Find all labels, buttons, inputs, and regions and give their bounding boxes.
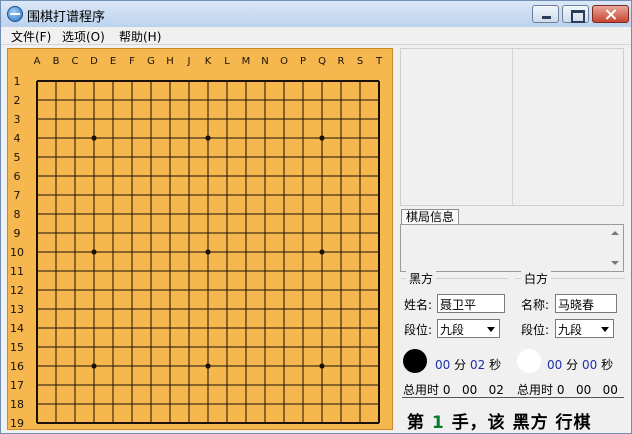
info-scrollbar[interactable] — [608, 226, 622, 270]
preview-divider — [512, 49, 513, 205]
white-group-title: 白方 — [521, 270, 552, 287]
white-rank-select[interactable]: 九段 — [555, 319, 614, 338]
black-stone-icon — [403, 349, 427, 373]
star-point — [205, 249, 211, 255]
scroll-up-icon[interactable] — [611, 231, 619, 235]
column-label: C — [72, 56, 79, 67]
column-label: R — [338, 56, 345, 67]
column-label: F — [129, 56, 135, 67]
black-player-group: 黑方 姓名: 聂卫平 段位: 九段 — [401, 270, 508, 344]
column-label: E — [110, 56, 116, 67]
menu-bar: 文件(F) 选项(O) 帮助(H) — [1, 27, 631, 45]
star-point — [91, 135, 97, 141]
star-point — [319, 135, 325, 141]
star-point — [205, 363, 211, 369]
chevron-down-icon[interactable] — [487, 327, 495, 332]
star-point — [319, 363, 325, 369]
white-rank-label: 段位: — [521, 323, 550, 337]
column-label: G — [147, 56, 155, 67]
maximize-button[interactable] — [562, 5, 589, 23]
status-divider — [402, 397, 624, 398]
column-label: A — [34, 56, 41, 67]
scroll-down-icon[interactable] — [611, 261, 619, 265]
column-label: D — [90, 56, 98, 67]
white-timer: 00 分 00 秒 — [547, 358, 614, 372]
star-point — [91, 363, 97, 369]
black-timer: 00 分 02 秒 — [435, 358, 502, 372]
side-to-move: 黑方 — [512, 413, 549, 433]
column-label: M — [242, 56, 251, 67]
row-label: 3 — [14, 113, 21, 126]
row-label: 17 — [10, 379, 24, 392]
white-total-time: 总用时 0 00 00 — [517, 383, 618, 397]
row-label: 2 — [14, 94, 21, 107]
black-total-time: 总用时 0 00 02 — [403, 383, 504, 397]
row-label: 6 — [14, 170, 21, 183]
column-label: L — [224, 56, 230, 67]
black-rank-value: 九段 — [440, 323, 465, 337]
row-label: 19 — [10, 417, 24, 429]
column-label: J — [187, 56, 191, 67]
row-label: 13 — [10, 303, 24, 316]
board-grid[interactable]: A B C D E F G H J K L M N O P Q R S T123456789101112131415… — [8, 49, 392, 429]
row-label: 14 — [10, 322, 24, 335]
black-rank-label: 段位: — [404, 323, 433, 337]
menu-help[interactable]: 帮助(H) — [119, 28, 161, 45]
row-label: 1 — [14, 75, 21, 88]
side-panel: 棋局信息 黑方 姓名: 聂卫平 段位: 九段 白方 名称: 马晓春 段位: 九段… — [397, 45, 631, 433]
row-label: 10 — [10, 246, 24, 259]
row-label: 16 — [10, 360, 24, 373]
window-title: 围棋打谱程序 — [27, 10, 106, 25]
menu-file[interactable]: 文件(F) — [11, 28, 51, 45]
row-label: 11 — [10, 265, 24, 278]
turn-status: 第 1 手，该 黑方 行棋 — [407, 413, 592, 433]
tab-game-info[interactable]: 棋局信息 — [401, 209, 460, 225]
white-name-label: 名称: — [521, 298, 550, 312]
client-area: A B C D E F G H J K L M N O P Q R S T 1 2 3 4 5 6 7 8 9 10 11 12 13 14 15… — [1, 45, 631, 433]
column-label: Q — [318, 56, 326, 67]
column-label: O — [280, 56, 288, 67]
white-stone-icon — [517, 349, 541, 373]
app-window: 围棋打谱程序 文件(F) 选项(O) 帮助(H) A B CD E F GH J K L MN O P… — [0, 0, 632, 434]
star-point — [91, 249, 97, 255]
row-label: 12 — [10, 284, 24, 297]
column-label: N — [261, 56, 268, 67]
row-label: 7 — [14, 189, 21, 202]
white-name-input[interactable]: 马晓春 — [555, 294, 617, 313]
row-label: 4 — [14, 132, 21, 145]
column-label: S — [357, 56, 363, 67]
app-icon — [7, 6, 23, 22]
column-label: T — [375, 56, 383, 67]
column-label: K — [205, 56, 212, 67]
white-rank-value: 九段 — [558, 323, 583, 337]
black-name-input[interactable]: 聂卫平 — [437, 294, 505, 313]
star-point — [319, 249, 325, 255]
star-point — [205, 135, 211, 141]
preview-area — [400, 48, 624, 206]
row-label: 5 — [14, 151, 21, 164]
column-label: H — [166, 56, 174, 67]
close-button[interactable] — [592, 5, 629, 23]
move-number: 1 — [431, 413, 445, 433]
row-label: 18 — [10, 398, 24, 411]
minimize-button[interactable] — [532, 5, 559, 23]
black-rank-select[interactable]: 九段 — [437, 319, 500, 338]
black-group-title: 黑方 — [406, 270, 437, 287]
go-board[interactable]: A B C D E F G H J K L M N O P Q R S T 1 2 3 4 5 6 7 8 9 10 11 12 13 14 15… — [7, 48, 393, 430]
white-player-group: 白方 名称: 马晓春 段位: 九段 — [515, 270, 625, 344]
chevron-down-icon[interactable] — [601, 327, 609, 332]
row-label: 15 — [10, 341, 24, 354]
row-label: 9 — [14, 227, 21, 240]
game-info-textbox[interactable] — [400, 224, 624, 272]
column-label: P — [300, 56, 306, 67]
menu-options[interactable]: 选项(O) — [62, 28, 105, 45]
column-label: B — [53, 56, 60, 67]
row-label: 8 — [14, 208, 21, 221]
title-bar[interactable]: 围棋打谱程序 — [1, 1, 631, 27]
black-name-label: 姓名: — [404, 298, 433, 312]
